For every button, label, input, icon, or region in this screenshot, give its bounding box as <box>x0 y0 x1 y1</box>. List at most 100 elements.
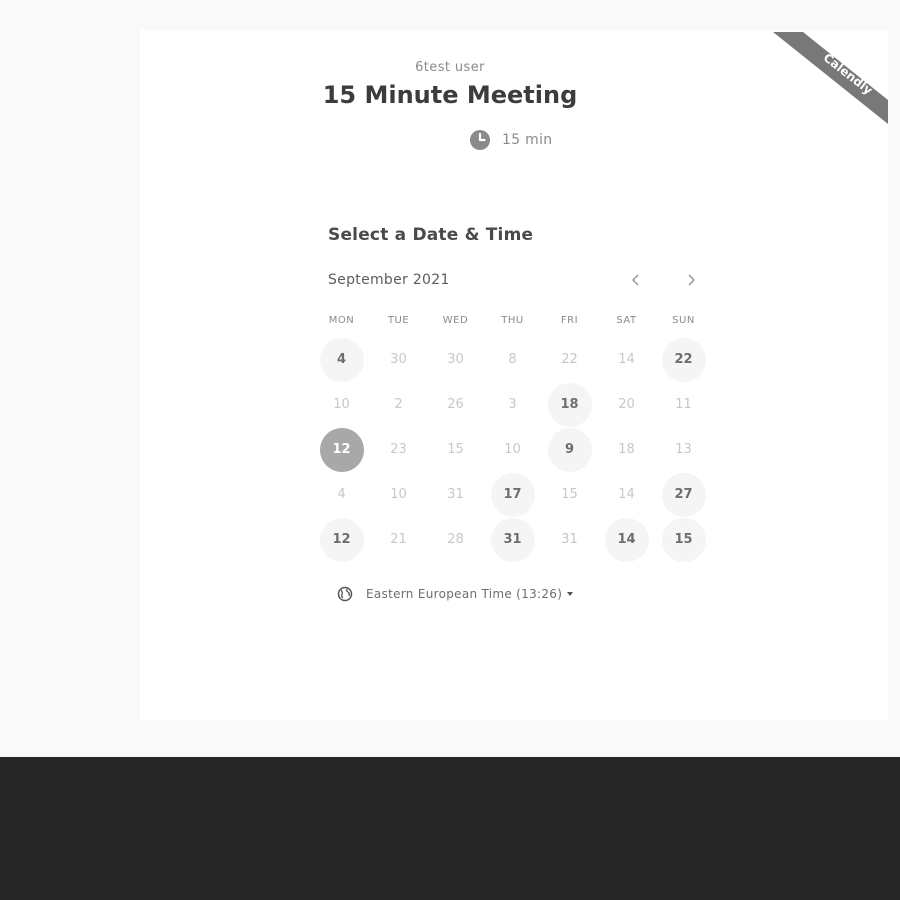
calendar-week-row: 4 10 31 17 15 14 27 <box>313 472 712 517</box>
calendar-day-cell: 3 <box>484 383 541 427</box>
calendar-week-row: 4 30 30 8 22 14 22 <box>313 337 712 382</box>
calendar-day-cell: 14 <box>598 338 655 382</box>
available-day-button[interactable]: 9 <box>547 427 592 472</box>
calendar-week-row: 12 23 15 10 9 18 13 <box>313 427 712 472</box>
event-duration: 15 min <box>469 129 552 151</box>
calendar-day-cell: 31 <box>541 518 598 562</box>
calendar-day-cell: 10 <box>313 383 370 427</box>
weekday-label: SAT <box>616 315 637 326</box>
powered-by-ribbon[interactable]: POWERED BY Calendly <box>773 32 888 124</box>
calendar-day-cell: 20 <box>598 383 655 427</box>
calendar-day-cell: 9 <box>541 427 598 472</box>
calendar-day-cell: 13 <box>655 428 712 472</box>
clock-icon <box>469 129 491 151</box>
calendar-week-row: 12 21 28 31 31 14 15 <box>313 517 712 562</box>
timezone-label: Eastern European Time (13:26) <box>366 587 563 601</box>
unavailable-day: 20 <box>618 397 635 412</box>
month-label: September 2021 <box>328 272 450 288</box>
calendar-day-cell: 14 <box>598 473 655 517</box>
available-day-button[interactable]: 22 <box>661 337 706 382</box>
weekday-label: THU <box>501 315 524 326</box>
weekday-label: WED <box>442 315 469 326</box>
unavailable-day: 31 <box>561 532 578 547</box>
weekday-label: SUN <box>672 315 695 326</box>
weekday-label: MON <box>328 315 355 326</box>
unavailable-day: 18 <box>618 442 635 457</box>
calendar-day-cell: 10 <box>484 428 541 472</box>
chevron-left-icon <box>631 271 641 290</box>
weekday-header: MON TUE WED THU FRI SAT SUN <box>313 315 712 331</box>
calendar-day-cell: 23 <box>370 428 427 472</box>
calendar-day-cell: 15 <box>427 428 484 472</box>
calendar-day-cell: 18 <box>541 382 598 427</box>
unavailable-day: 13 <box>675 442 692 457</box>
duration-label: 15 min <box>502 132 553 148</box>
calendar-grid: MON TUE WED THU FRI SAT SUN 4 30 30 8 22 14 22… <box>313 315 712 562</box>
calendar-day-cell: 22 <box>541 338 598 382</box>
unavailable-day: 26 <box>447 397 464 412</box>
event-title: 15 Minute Meeting <box>322 81 578 109</box>
unavailable-day: 28 <box>447 532 464 547</box>
next-month-button[interactable] <box>681 270 701 290</box>
calendar-day-cell: 10 <box>370 473 427 517</box>
unavailable-day: 10 <box>390 487 407 502</box>
page-footer <box>0 757 900 900</box>
calendar-days: 4 30 30 8 22 14 22 10 2 26 3 18 20 11 12 23 15 10 9 18 13 4 10… <box>313 337 712 562</box>
calendar-day-cell: 27 <box>655 472 712 517</box>
calendar-day-cell: 4 <box>313 473 370 517</box>
unavailable-day: 3 <box>508 397 517 412</box>
calendar-day-cell: 12 <box>313 517 370 562</box>
host-name: 6test user <box>415 60 485 75</box>
weekday-label: FRI <box>560 315 579 326</box>
calendar-day-cell: 21 <box>370 518 427 562</box>
available-day-button[interactable]: 18 <box>547 382 592 427</box>
calendar-day-cell: 26 <box>427 383 484 427</box>
available-day-button[interactable]: 27 <box>661 472 706 517</box>
calendar-day-cell: 28 <box>427 518 484 562</box>
prev-month-button[interactable] <box>626 270 646 290</box>
select-date-heading: Select a Date & Time <box>328 225 534 245</box>
available-day-button[interactable]: 17 <box>490 472 535 517</box>
unavailable-day: 21 <box>390 532 407 547</box>
calendar-day-cell: 30 <box>427 338 484 382</box>
unavailable-day: 2 <box>394 397 403 412</box>
calendar-day-cell: 4 <box>313 337 370 382</box>
chevron-right-icon <box>686 271 696 290</box>
unavailable-day: 30 <box>447 352 464 367</box>
calendar-day-cell: 31 <box>484 517 541 562</box>
unavailable-day: 31 <box>447 487 464 502</box>
globe-icon <box>337 586 353 602</box>
calendar-day-cell: 15 <box>655 517 712 562</box>
available-day-button[interactable]: 15 <box>661 517 706 562</box>
available-day-button[interactable]: 12 <box>319 517 364 562</box>
unavailable-day: 8 <box>508 352 517 367</box>
unavailable-day: 15 <box>561 487 578 502</box>
caret-down-icon <box>567 592 574 596</box>
unavailable-day: 10 <box>333 397 350 412</box>
calendar-day-cell: 8 <box>484 338 541 382</box>
calendar-day-cell: 18 <box>598 428 655 472</box>
calendar-day-cell: 11 <box>655 383 712 427</box>
available-day-button[interactable]: 4 <box>319 337 364 382</box>
timezone-selector[interactable]: Eastern European Time (13:26) <box>337 586 574 602</box>
unavailable-day: 14 <box>618 352 635 367</box>
unavailable-day: 22 <box>561 352 578 367</box>
calendar-day-cell: 22 <box>655 337 712 382</box>
calendar-day-cell: 12 <box>313 427 370 472</box>
unavailable-day: 11 <box>675 397 692 412</box>
available-day-button[interactable]: 14 <box>604 517 649 562</box>
calendar-week-row: 10 2 26 3 18 20 11 <box>313 382 712 427</box>
unavailable-day: 10 <box>504 442 521 457</box>
unavailable-day: 14 <box>618 487 635 502</box>
available-day-button[interactable]: 31 <box>490 517 535 562</box>
unavailable-day: 4 <box>337 487 346 502</box>
calendar-day-cell: 17 <box>484 472 541 517</box>
unavailable-day: 23 <box>390 442 407 457</box>
calendar-day-cell: 2 <box>370 383 427 427</box>
calendar-day-cell: 15 <box>541 473 598 517</box>
calendar-day-cell: 14 <box>598 517 655 562</box>
calendar-day-cell: 30 <box>370 338 427 382</box>
calendar-day-cell: 31 <box>427 473 484 517</box>
weekday-label: TUE <box>387 315 410 326</box>
selected-day-button[interactable]: 12 <box>319 427 364 472</box>
